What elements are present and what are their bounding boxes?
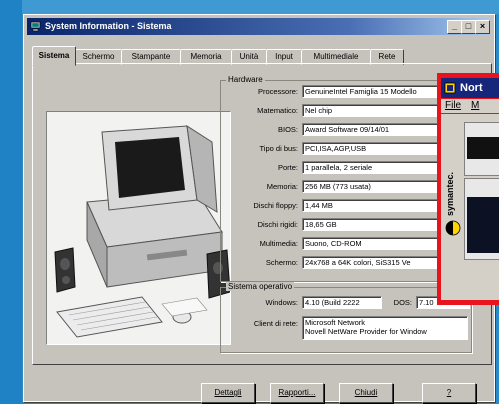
minimize-button[interactable]: _ (447, 20, 462, 34)
close-button[interactable]: Chiudi (339, 383, 393, 403)
coprocessor-label: Matematico: (257, 106, 298, 115)
dos-version-label: DOS: (393, 298, 412, 307)
close-button-label: Chiudi (354, 388, 378, 397)
symantec-logo: symantec. (445, 171, 455, 216)
norton-title-bar[interactable]: Nort (441, 78, 499, 98)
help-button[interactable]: ? (422, 383, 476, 403)
floppy-label: Dischi floppy: (253, 201, 298, 210)
window-title: System Information - Sistema (45, 21, 172, 31)
tab-sistema[interactable]: Sistema (32, 46, 76, 66)
hardware-group-title: Hardware (226, 75, 265, 84)
report-button[interactable]: Rapporti... (270, 383, 324, 403)
norton-panel-bottom (464, 178, 499, 260)
norton-app-icon (444, 82, 456, 94)
norton-panel-top (464, 122, 499, 176)
help-button-label: ? (446, 388, 452, 397)
norton-graph-display (467, 197, 499, 253)
hard-disks-label: Dischi rigidi: (257, 220, 298, 229)
report-button-label: Rapporti... (278, 388, 316, 397)
norton-status-display (467, 137, 499, 159)
processor-label: Processore: (257, 87, 298, 96)
tab-strip: Sistema Schermo Stampante Memoria Unità … (32, 46, 488, 66)
desktop-computer-illustration-icon (54, 124, 230, 338)
system-info-app-icon (30, 21, 41, 32)
multimedia-label: Multimedia: (259, 239, 298, 248)
details-button-label: Dettagli (214, 388, 242, 397)
computer-illustration (46, 111, 231, 345)
norton-menu-bar: File M (441, 99, 499, 113)
display-label: Schermo: (265, 258, 298, 267)
title-bar[interactable]: System Information - Sistema _ □ × (27, 18, 490, 35)
norton-menu-next[interactable]: M (471, 99, 479, 113)
norton-body: symantec. (441, 114, 499, 300)
norton-menu-file[interactable]: File (445, 99, 461, 113)
bios-label: BIOS: (277, 125, 298, 134)
close-window-button[interactable]: × (475, 20, 490, 34)
network-client-item: Novell NetWare Provider for Window (305, 327, 427, 336)
network-client-item: Microsoft Network (305, 318, 366, 327)
windows-version-label: Windows: (265, 298, 298, 307)
memory-label: Memoria: (266, 182, 298, 191)
bus-type-label: Tipo di bus: (259, 144, 299, 153)
maximize-button[interactable]: □ (461, 20, 476, 34)
desktop-edge (0, 0, 22, 404)
desktop-background (0, 0, 499, 14)
details-button[interactable]: Dettagli (201, 383, 255, 403)
system-information-window: System Information - Sistema _ □ × Siste… (23, 14, 495, 403)
os-group-title: Sistema operativo (226, 282, 295, 291)
network-clients-list: Microsoft Network Novell NetWare Provide… (302, 316, 468, 340)
ports-label: Porte: (277, 163, 298, 172)
norton-title: Nort (460, 82, 483, 94)
network-clients-label: Client di rete: (253, 319, 298, 328)
symantec-logo-icon (445, 220, 461, 236)
windows-version-value: 4.10 (Build 2222 (302, 296, 382, 309)
norton-window[interactable]: Nort File M symantec. (437, 73, 499, 305)
